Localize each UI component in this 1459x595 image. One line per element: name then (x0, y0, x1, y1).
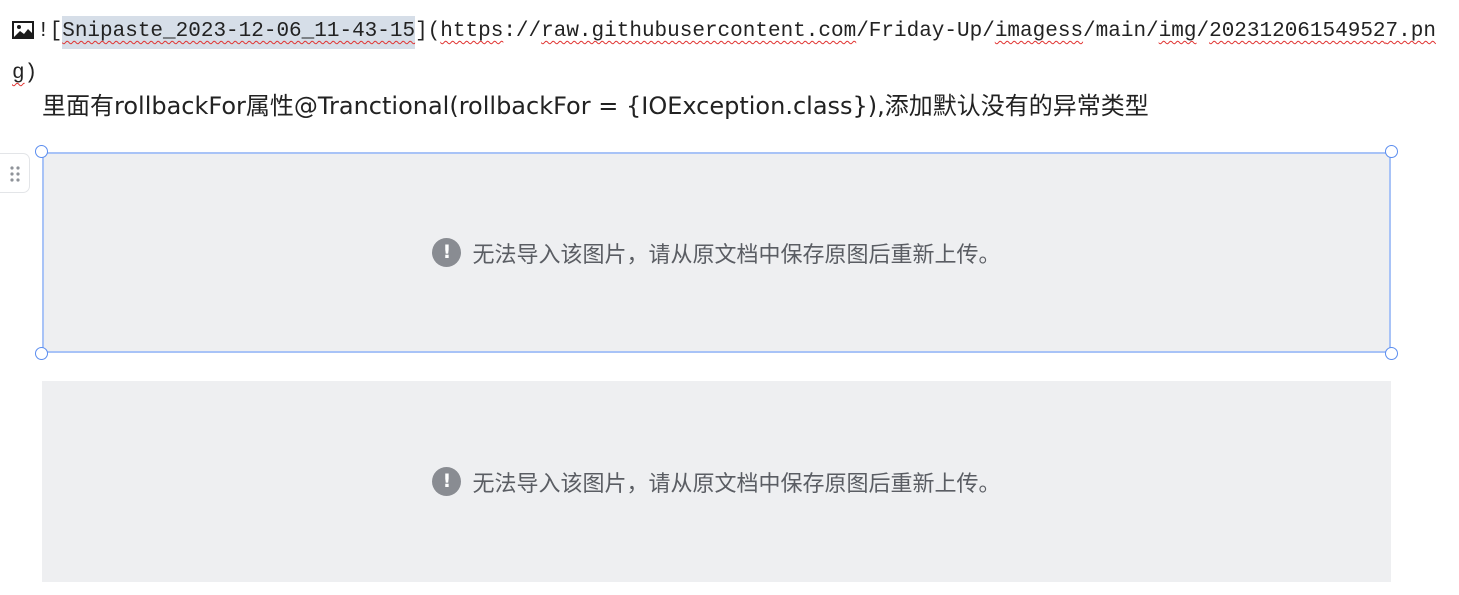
md-mid-bracket: ]( (415, 20, 441, 43)
image-icon (12, 15, 34, 54)
url-separator: / (1196, 20, 1210, 43)
resize-handle-top-left[interactable] (35, 145, 48, 158)
url-img-folder: img (1158, 20, 1197, 43)
exclamation-icon: ! (432, 467, 462, 496)
image-error-message: ! 无法导入该图片，请从原文档中保存原图后重新上传。 (432, 237, 1001, 269)
url-host: raw.githubusercontent.com (541, 20, 857, 43)
resize-handle-top-right[interactable] (1385, 145, 1398, 158)
url-scheme: https (440, 20, 504, 43)
url-repo: imagess (994, 20, 1084, 43)
image-error-text: 无法导入该图片，请从原文档中保存原图后重新上传。 (472, 471, 1001, 497)
markdown-image-source[interactable]: ![Snipaste_2023-12-06_11-43-15](https://… (12, 12, 1452, 93)
url-separator: / (982, 20, 995, 43)
resize-handle-bottom-left[interactable] (35, 347, 48, 360)
url-separator: :// (503, 20, 542, 43)
url-separator: / (856, 20, 869, 43)
url-path: /main/ (1083, 20, 1159, 43)
block-drag-handle[interactable] (0, 153, 30, 193)
url-filename-part1: 20231206154952 (1209, 20, 1386, 43)
md-close-paren: ) (24, 62, 38, 85)
image-error-message: ! 无法导入该图片，请从原文档中保存原图后重新上传。 (432, 466, 1001, 498)
drag-dots-icon (10, 166, 20, 182)
md-open-bracket: ![ (37, 20, 63, 43)
image-error-text: 无法导入该图片，请从原文档中保存原图后重新上传。 (472, 242, 1001, 268)
image-alt-text[interactable]: Snipaste_2023-12-06_11-43-15 (62, 16, 416, 49)
exclamation-icon: ! (432, 238, 462, 267)
url-user: Friday-Up (868, 20, 983, 43)
resize-handle-bottom-right[interactable] (1385, 347, 1398, 360)
image-placeholder[interactable]: ! 无法导入该图片，请从原文档中保存原图后重新上传。 (42, 381, 1391, 582)
image-placeholder-selected[interactable]: ! 无法导入该图片，请从原文档中保存原图后重新上传。 (35, 145, 1398, 360)
body-paragraph[interactable]: 里面有rollbackFor属性@Tranctional(rollbackFor… (42, 86, 1149, 126)
